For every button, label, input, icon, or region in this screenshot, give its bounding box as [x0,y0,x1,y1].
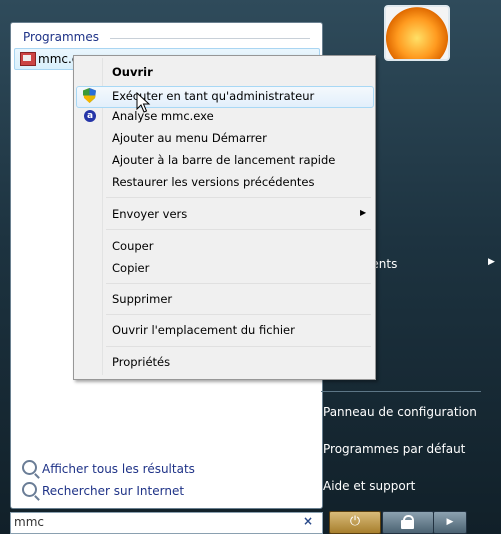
right-item-help[interactable]: Aide et support [323,479,415,493]
ctx-separator [106,229,371,230]
right-item-control-panel[interactable]: Panneau de configuration [323,405,477,419]
user-avatar[interactable] [384,5,450,61]
antivirus-scan-icon: a [84,110,96,122]
show-all-results-label: Afficher tous les résultats [42,462,195,476]
right-pane-divider [321,391,481,392]
recent-submenu-arrow-icon: ▶ [488,257,495,267]
ctx-separator [106,283,371,284]
shutdown-options-button[interactable]: ▶ [433,511,467,534]
mouse-cursor-icon [136,92,151,113]
ctx-pin-start[interactable]: Ajouter au menu Démarrer [112,129,267,147]
power-icon: ⏻ [349,514,361,529]
magnifier-icon [22,482,37,497]
ctx-scan[interactable]: Analyse mmc.exe [112,107,214,125]
power-button[interactable]: ⏻ [329,511,381,534]
show-all-results-link[interactable]: Afficher tous les résultats [22,460,195,476]
ctx-cut[interactable]: Couper [112,237,153,255]
clear-search-icon[interactable]: × [303,514,313,528]
search-internet-label: Rechercher sur Internet [42,484,185,498]
lock-button[interactable] [382,511,434,534]
ctx-quick-launch[interactable]: Ajouter à la barre de lancement rapide [112,151,335,169]
ctx-open-location[interactable]: Ouvrir l'emplacement du fichier [112,321,295,339]
search-internet-link[interactable]: Rechercher sur Internet [22,482,184,498]
search-input-value: mmc [14,515,44,529]
search-input[interactable] [10,512,323,534]
options-arrow-icon: ▶ [446,517,454,527]
magnifier-icon [22,460,37,475]
ctx-open[interactable]: Ouvrir [112,63,153,81]
programs-divider [110,38,310,39]
ctx-delete[interactable]: Supprimer [112,290,172,308]
ctx-send-to[interactable]: Envoyer vers [112,205,187,223]
right-item-default-programs[interactable]: Programmes par défaut [323,442,465,456]
ctx-separator [106,314,371,315]
ctx-properties[interactable]: Propriétés [112,353,170,371]
send-to-submenu-arrow-icon: ▶ [360,208,367,217]
uac-shield-icon [83,88,96,103]
ctx-restore-versions[interactable]: Restaurer les versions précédentes [112,173,315,191]
mmc-app-icon [20,52,36,66]
ctx-copy[interactable]: Copier [112,259,149,277]
ctx-separator [106,197,371,198]
programs-header: Programmes [23,30,99,44]
ctx-separator [106,346,371,347]
